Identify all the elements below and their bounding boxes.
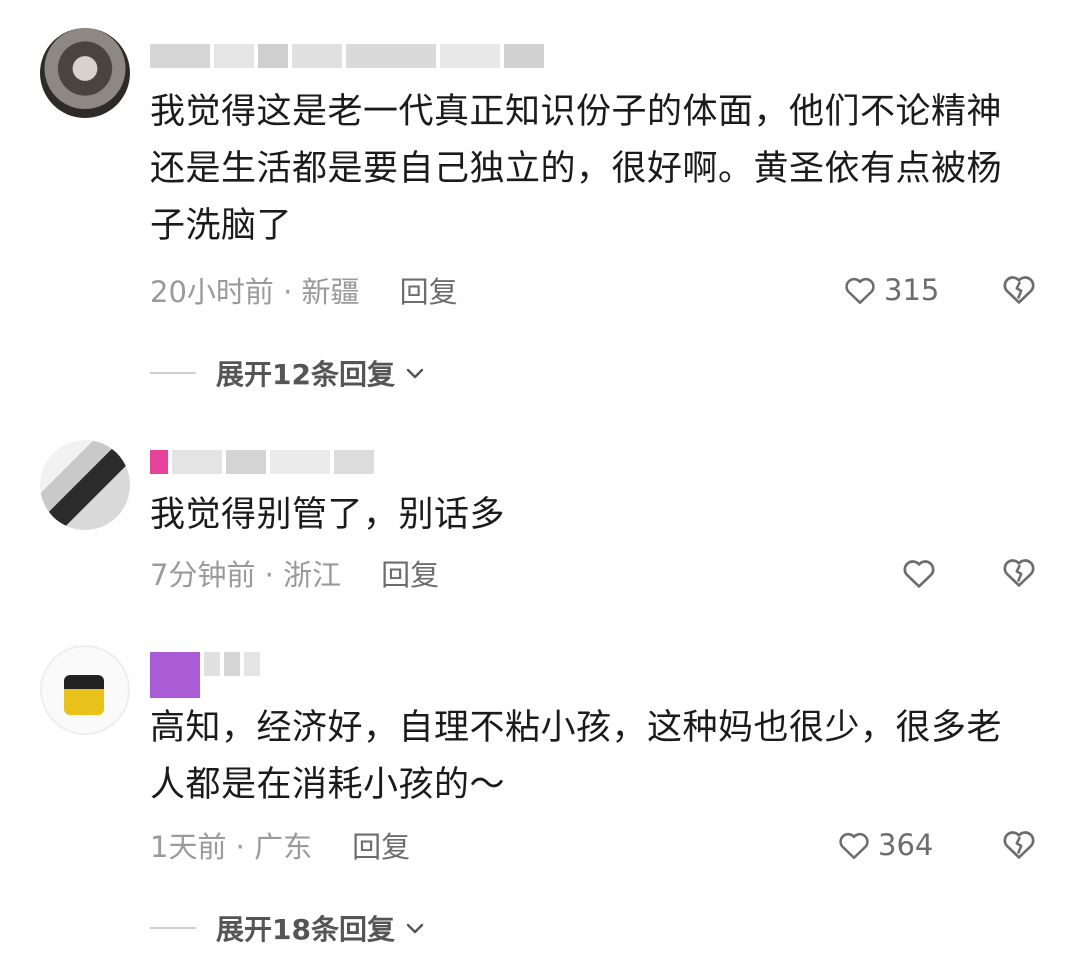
like-button[interactable]: 364 bbox=[836, 825, 933, 865]
expand-replies-label: 展开18条回复 bbox=[216, 913, 395, 946]
like-count: 364 bbox=[878, 828, 934, 862]
expand-replies-label: 展开12条回复 bbox=[216, 358, 395, 391]
broken-heart-icon bbox=[1003, 831, 1035, 859]
expand-replies-button[interactable]: 展开12条回复 bbox=[150, 353, 427, 393]
dislike-button[interactable] bbox=[1000, 270, 1040, 310]
expand-replies-button[interactable]: 展开18条回复 bbox=[150, 908, 427, 948]
username-blurred[interactable] bbox=[150, 450, 374, 476]
time-location: 7分钟前 · 浙江 bbox=[150, 558, 342, 592]
username-blurred[interactable] bbox=[150, 652, 260, 698]
reply-button[interactable]: 回复 bbox=[381, 552, 439, 594]
like-count: 315 bbox=[884, 273, 940, 307]
avatar-figure bbox=[64, 675, 104, 715]
reply-button[interactable]: 回复 bbox=[352, 824, 410, 866]
divider-line bbox=[150, 927, 196, 929]
avatar[interactable] bbox=[40, 440, 130, 530]
comment-text: 我觉得别管了，别话多 bbox=[150, 495, 506, 535]
avatar[interactable] bbox=[40, 28, 130, 118]
comment-text: 我觉得这是老一代真正知识份子的体面，他们不论精神还是生活都是要自己独立的，很好啊… bbox=[150, 92, 1003, 246]
comment-list: 我觉得这是老一代真正知识份子的体面，他们不论精神还是生活都是要自己独立的，很好啊… bbox=[0, 0, 1080, 969]
dislike-button[interactable] bbox=[1000, 825, 1040, 865]
comment-meta: 20小时前 · 新疆 回复 bbox=[150, 270, 458, 310]
avatar[interactable] bbox=[40, 645, 130, 735]
time-location: 1天前 · 广东 bbox=[150, 830, 313, 864]
broken-heart-icon bbox=[1003, 559, 1035, 587]
heart-outline-icon bbox=[839, 832, 869, 860]
comment-meta: 7分钟前 · 浙江 回复 bbox=[150, 553, 439, 593]
broken-heart-icon bbox=[1003, 276, 1035, 304]
like-button[interactable]: 315 bbox=[842, 270, 939, 310]
username-blurred[interactable] bbox=[150, 44, 544, 70]
time-location: 20小时前 · 新疆 bbox=[150, 275, 360, 309]
reply-button[interactable]: 回复 bbox=[400, 269, 458, 311]
chevron-down-icon bbox=[406, 368, 424, 379]
heart-outline-icon bbox=[845, 277, 875, 305]
like-button[interactable] bbox=[900, 553, 938, 593]
comment-meta: 1天前 · 广东 回复 bbox=[150, 825, 410, 865]
dislike-button[interactable] bbox=[1000, 553, 1040, 593]
divider-line bbox=[150, 372, 196, 374]
heart-outline-icon bbox=[903, 560, 935, 588]
chevron-down-icon bbox=[406, 923, 424, 934]
comment-text: 高知，经济好，自理不粘小孩，这种妈也很少，很多老人都是在消耗小孩的～ bbox=[150, 708, 1003, 805]
